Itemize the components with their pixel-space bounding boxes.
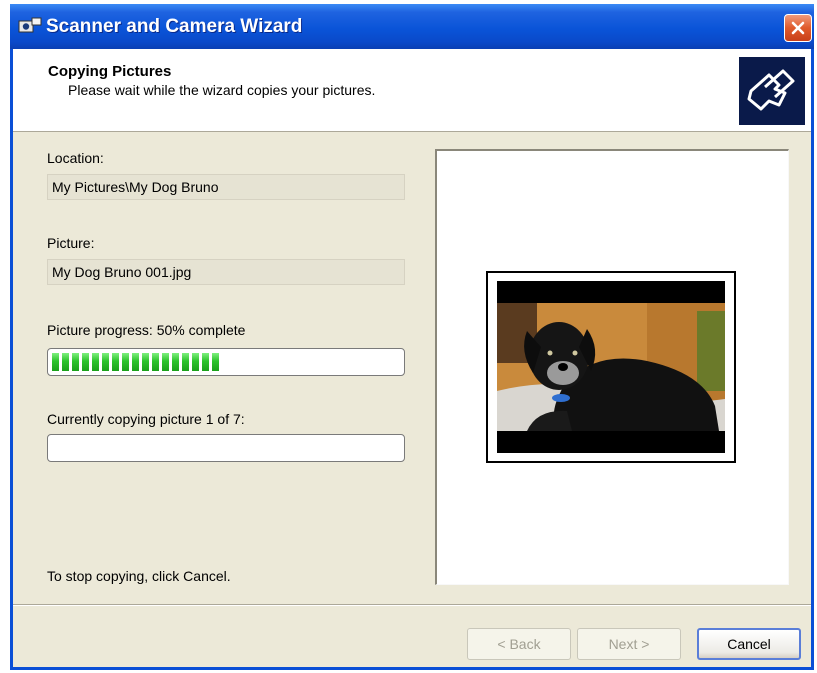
window-title: Scanner and Camera Wizard <box>46 16 303 37</box>
picture-progress-label: Picture progress: 50% complete <box>47 322 246 338</box>
next-button[interactable]: Next > <box>577 628 681 660</box>
progress-segment <box>192 353 199 371</box>
back-button[interactable]: < Back <box>467 628 571 660</box>
title-bar[interactable]: Scanner and Camera Wizard <box>10 4 814 49</box>
overall-progress-bar <box>47 434 405 462</box>
progress-segment <box>142 353 149 371</box>
stop-copy-hint: To stop copying, click Cancel. <box>47 568 231 584</box>
progress-segment <box>102 353 109 371</box>
footer-separator <box>13 604 811 606</box>
cancel-button[interactable]: Cancel <box>697 628 801 660</box>
camera-wizard-logo-icon <box>739 57 805 125</box>
close-icon <box>791 21 805 35</box>
progress-segment <box>82 353 89 371</box>
overall-progress-label: Currently copying picture 1 of 7: <box>47 411 245 427</box>
progress-segment <box>52 353 59 371</box>
progress-segment <box>172 353 179 371</box>
page-subtitle: Please wait while the wizard copies your… <box>68 82 376 98</box>
progress-segment <box>152 353 159 371</box>
progress-segment <box>182 353 189 371</box>
location-label: Location: <box>47 150 104 166</box>
photo-frame <box>486 271 736 463</box>
progress-segment <box>112 353 119 371</box>
picture-progress-bar <box>47 348 405 376</box>
progress-segment <box>92 353 99 371</box>
progress-segment <box>202 353 209 371</box>
page-title: Copying Pictures <box>48 63 172 80</box>
dog-photo <box>497 281 725 453</box>
scanner-camera-icon <box>18 16 42 36</box>
progress-segment <box>72 353 79 371</box>
progress-segment <box>212 353 219 371</box>
progress-segment <box>162 353 169 371</box>
close-button[interactable] <box>784 14 812 42</box>
location-field: My Pictures\My Dog Bruno <box>47 174 405 200</box>
progress-segment <box>132 353 139 371</box>
wizard-header: Copying Pictures Please wait while the w… <box>13 49 811 132</box>
progress-segment <box>62 353 69 371</box>
picture-label: Picture: <box>47 235 95 251</box>
picture-preview-pane <box>435 149 789 585</box>
picture-progress-fill <box>52 353 226 371</box>
progress-segment <box>122 353 129 371</box>
picture-field: My Dog Bruno 001.jpg <box>47 259 405 285</box>
